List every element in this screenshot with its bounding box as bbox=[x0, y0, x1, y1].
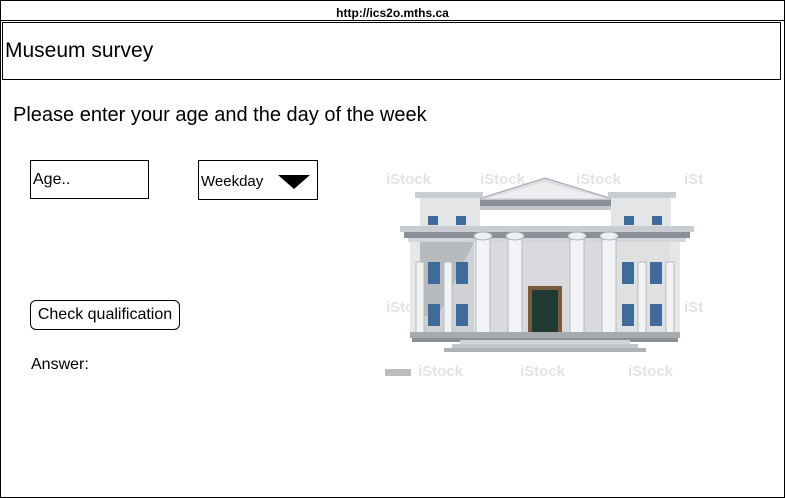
svg-text:iSt: iSt bbox=[684, 171, 703, 188]
weekday-select[interactable]: Weekday bbox=[198, 160, 318, 200]
svg-text:iStock: iStock bbox=[418, 363, 464, 380]
url-bar: http://ics2o.mths.ca bbox=[336, 6, 449, 20]
instruction-text: Please enter your age and the day of the… bbox=[13, 104, 427, 126]
svg-text:iStock: iStock bbox=[386, 171, 432, 188]
answer-label: Answer: bbox=[31, 356, 89, 373]
dropdown-arrow-icon bbox=[278, 175, 310, 189]
svg-text:iStock: iStock bbox=[628, 363, 674, 380]
page-header: Museum survey bbox=[2, 22, 781, 80]
svg-text:iSt: iSt bbox=[684, 299, 703, 316]
url-divider bbox=[0, 20, 785, 21]
museum-image: iStock iStock iStock iSt iStock iStock i… bbox=[385, 171, 703, 380]
weekday-select-label: Weekday bbox=[201, 173, 264, 190]
svg-text:iStock: iStock bbox=[480, 171, 526, 188]
svg-text:iStock: iStock bbox=[520, 363, 566, 380]
check-qualification-button[interactable]: Check qualification bbox=[30, 300, 180, 330]
page-title: Museum survey bbox=[5, 39, 154, 62]
age-input[interactable] bbox=[30, 160, 149, 199]
svg-text:iStock: iStock bbox=[576, 171, 622, 188]
